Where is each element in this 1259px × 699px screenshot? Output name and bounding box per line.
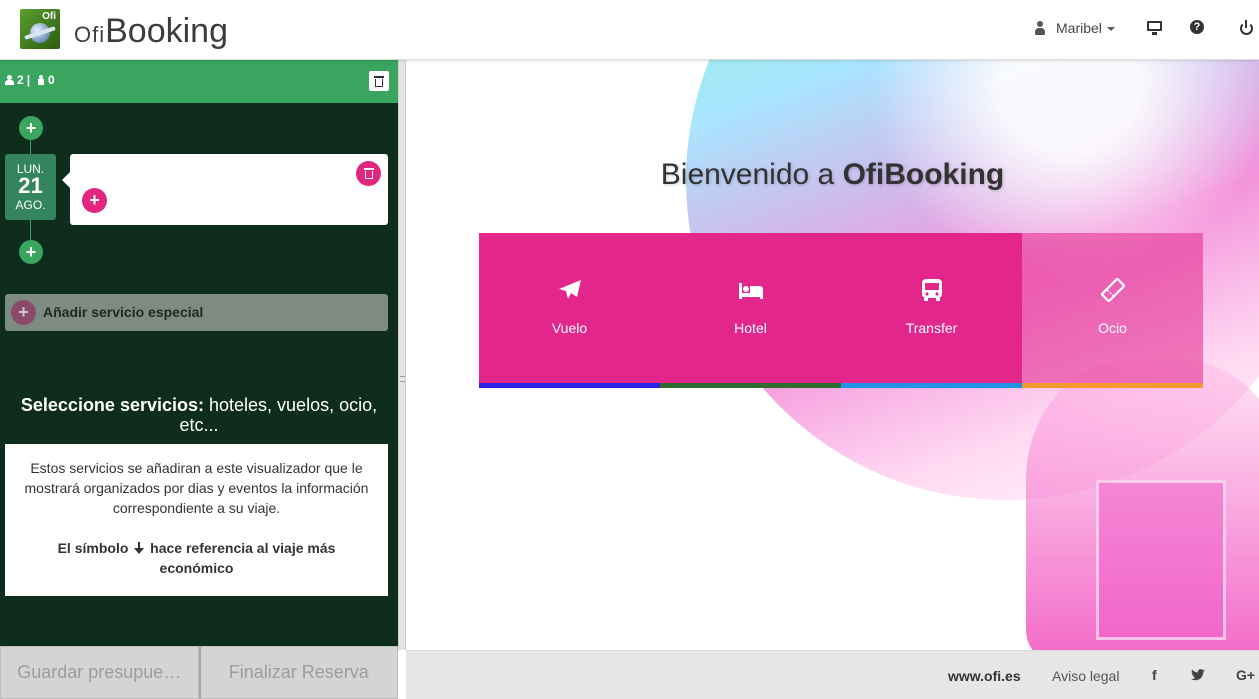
add-day-before-button[interactable]: + (19, 116, 43, 140)
add-service-button[interactable]: + (82, 188, 107, 213)
add-day-after-button[interactable]: + (19, 240, 43, 264)
balloon-basket-image (1096, 480, 1226, 640)
info-symbol-prefix: El símbolo (57, 540, 129, 556)
service-label: Hotel (734, 320, 767, 336)
user-name: Maribel (1056, 20, 1102, 36)
desktop-icon[interactable] (1147, 20, 1163, 36)
sidebar-topbar: 2 | 0 (0, 60, 398, 103)
help-icon[interactable]: ? (1190, 20, 1206, 36)
logo-tag: Ofi (42, 11, 56, 22)
count-separator: | (26, 73, 31, 87)
panel-resize-handle[interactable] (398, 60, 406, 650)
power-icon[interactable] (1239, 20, 1255, 36)
legal-link[interactable]: Aviso legal (1052, 668, 1119, 684)
top-header: Ofi OfiBooking Maribel ? (0, 0, 1259, 60)
service-label: Transfer (905, 320, 958, 336)
service-tile-hotel[interactable]: Hotel (660, 233, 841, 388)
service-color-bar (841, 383, 1022, 388)
welcome-brand: OfiBooking (842, 158, 1005, 191)
info-box: Estos servicios se añadiran a este visua… (5, 444, 388, 596)
date-month: AGO. (15, 198, 46, 212)
arrow-down-icon (134, 542, 145, 554)
service-tile-vuelo[interactable]: Vuelo (479, 233, 660, 388)
welcome-heading: Bienvenido a OfiBooking (406, 158, 1259, 192)
welcome-prefix: Bienvenido a (660, 158, 843, 191)
service-color-bar (1022, 383, 1203, 388)
special-service-label: Añadir servicio especial (43, 304, 204, 320)
facebook-icon[interactable]: f (1152, 667, 1157, 683)
user-icon (1034, 21, 1046, 35)
bed-icon (739, 283, 763, 299)
day-card: + (62, 154, 388, 225)
info-title: Seleccione servicios: hoteles, vuelos, o… (10, 395, 388, 435)
child-icon (37, 75, 45, 85)
info-title-rest: hoteles, vuelos, ocio, etc... (179, 395, 378, 435)
adult-icon (5, 75, 14, 85)
trash-icon (374, 76, 384, 87)
service-label: Ocio (1098, 320, 1127, 336)
itinerary-sidebar: 2 | 0 + LUN. 21 AGO. + + + Añadir servic… (0, 60, 398, 699)
service-label: Vuelo (551, 320, 588, 336)
sidebar-actions: Guardar presupue… Finalizar Reserva (0, 646, 398, 699)
info-symbol-suffix: hace referencia al viaje más económico (150, 540, 336, 576)
passenger-counts[interactable]: 2 | 0 (5, 73, 55, 87)
ticket-icon (1101, 278, 1125, 302)
main-content: Bienvenido a OfiBooking Vuelo Hotel Tran… (406, 60, 1259, 650)
save-quote-button[interactable]: Guardar presupue… (0, 646, 199, 699)
user-menu[interactable]: Maribel (1034, 20, 1115, 36)
info-text: Estos servicios se añadiran a este visua… (24, 460, 369, 516)
service-tile-transfer[interactable]: Transfer (841, 233, 1022, 388)
day-date-badge: LUN. 21 AGO. (5, 154, 56, 220)
brand-name: Booking (105, 12, 228, 50)
twitter-icon[interactable] (1191, 669, 1205, 681)
googleplus-icon[interactable]: G+ (1236, 667, 1255, 683)
bus-icon (922, 279, 942, 301)
clear-itinerary-button[interactable] (369, 71, 389, 91)
info-symbol-note: El símbolo hace referencia al viaje más … (19, 538, 374, 578)
site-link[interactable]: www.ofi.es (948, 668, 1021, 684)
adults-count: 2 (17, 73, 24, 87)
add-special-service-button[interactable]: + Añadir servicio especial (5, 294, 388, 331)
finish-booking-button[interactable]: Finalizar Reserva (198, 646, 398, 699)
date-day: 21 (18, 173, 43, 198)
ofi-logo[interactable]: Ofi (20, 9, 60, 49)
brand-title[interactable]: OfiBooking (74, 12, 228, 51)
plus-icon: + (11, 300, 36, 325)
delete-day-button[interactable] (356, 161, 381, 186)
service-color-bar (479, 383, 660, 388)
trash-icon (364, 168, 374, 179)
page-footer: www.ofi.es Aviso legal f G+ (406, 650, 1259, 699)
plane-icon (559, 280, 581, 299)
children-count: 0 (48, 73, 55, 87)
service-color-bar (660, 383, 841, 388)
info-title-bold: Seleccione servicios: (20, 395, 204, 415)
caret-down-icon (1106, 27, 1115, 31)
service-tiles: Vuelo Hotel Transfer Ocio (479, 233, 1203, 388)
brand-prefix: Ofi (74, 22, 106, 47)
service-tile-ocio[interactable]: Ocio (1022, 233, 1203, 388)
